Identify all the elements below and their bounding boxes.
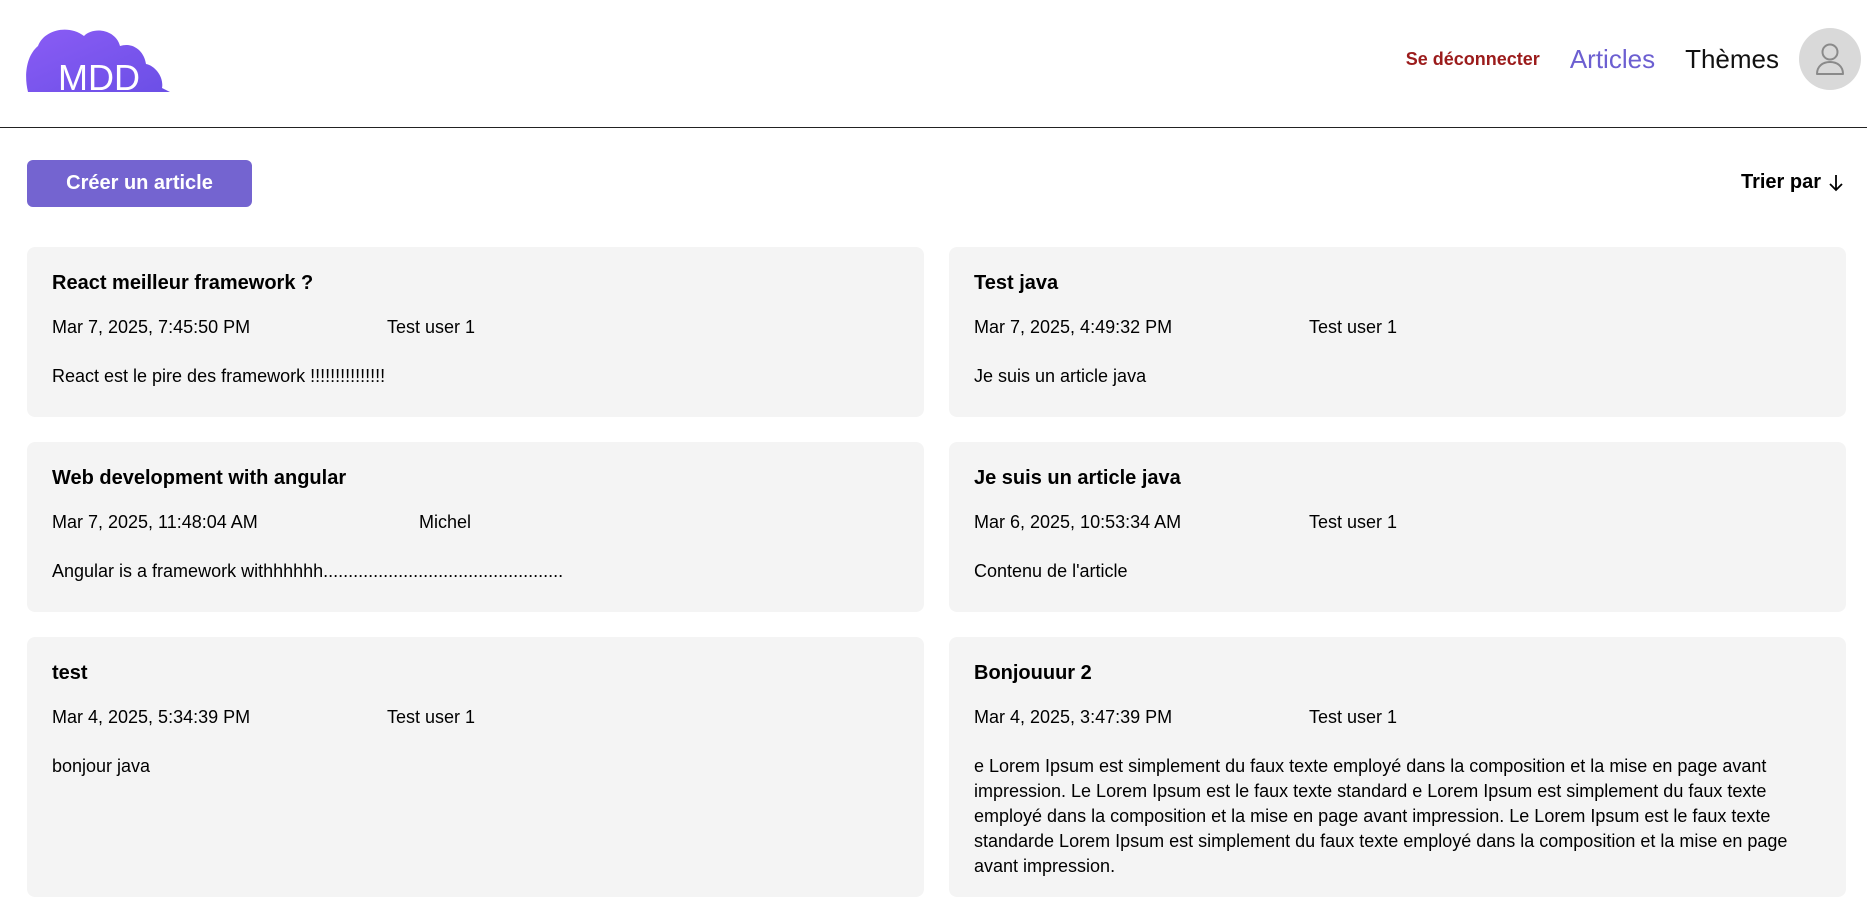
sort-button[interactable]: Trier par: [1741, 171, 1843, 194]
article-title: test: [52, 662, 88, 684]
profile-avatar-button[interactable]: [1799, 28, 1861, 90]
article-author: Michel: [419, 512, 472, 532]
user-icon: [1816, 43, 1844, 75]
mdd-logo[interactable]: MDD: [24, 26, 170, 94]
article-author: Test user 1: [387, 707, 476, 727]
article-title: Test java: [974, 272, 1059, 294]
article-title: Web development with angular: [52, 467, 347, 489]
article-author: Test user 1: [1309, 512, 1398, 532]
articles-toolbar: Créer un article Trier par: [0, 160, 1867, 208]
nav-themes-link[interactable]: Thèmes: [1685, 44, 1779, 75]
article-date: Mar 6, 2025, 10:53:34 AM: [974, 512, 1182, 532]
main-nav: Se déconnecter Articles Thèmes: [1406, 28, 1861, 90]
article-date: Mar 7, 2025, 7:45:50 PM: [52, 317, 251, 337]
article-title: Bonjouuur 2: [974, 662, 1092, 684]
arrow-down-icon: [1829, 174, 1843, 192]
article-author: Test user 1: [1309, 317, 1398, 337]
logout-link[interactable]: Se déconnecter: [1406, 49, 1540, 70]
logo-text: MDD: [58, 57, 140, 94]
article-content: bonjour java: [52, 756, 151, 776]
sort-label: Trier par: [1740, 171, 1821, 193]
article-title: Je suis un article java: [974, 467, 1181, 489]
article-meta: Mar 6, 2025, 10:53:34 AM Test user 1: [974, 510, 1821, 534]
article-meta: Mar 7, 2025, 11:48:04 AM Michel: [52, 510, 899, 534]
article-date: Mar 7, 2025, 4:49:32 PM: [974, 317, 1173, 337]
article-card[interactable]: Test java Mar 7, 2025, 4:49:32 PM Test u…: [949, 247, 1846, 417]
article-card[interactable]: Je suis un article java Mar 6, 2025, 10:…: [949, 442, 1846, 612]
article-content: Je suis un article java: [974, 366, 1147, 386]
top-header: MDD Se déconnecter Articles Thèmes: [0, 0, 1867, 128]
article-content: Angular is a framework withhhhhh........…: [52, 561, 564, 581]
article-content: Contenu de l'article: [974, 561, 1128, 581]
article-meta: Mar 7, 2025, 7:45:50 PM Test user 1: [52, 315, 899, 339]
article-card[interactable]: test Mar 4, 2025, 5:34:39 PM Test user 1…: [27, 637, 924, 897]
article-meta: Mar 4, 2025, 3:47:39 PM Test user 1: [974, 705, 1821, 729]
article-author: Test user 1: [1309, 707, 1398, 727]
nav-articles-link[interactable]: Articles: [1570, 44, 1655, 75]
article-card[interactable]: React meilleur framework ? Mar 7, 2025, …: [27, 247, 924, 417]
articles-grid: React meilleur framework ? Mar 7, 2025, …: [27, 247, 1847, 897]
article-content: e Lorem Ipsum est simplement du faux tex…: [974, 756, 1788, 876]
article-meta: Mar 7, 2025, 4:49:32 PM Test user 1: [974, 315, 1821, 339]
mdd-logo-icon: MDD: [26, 29, 170, 94]
article-card[interactable]: Bonjouuur 2 Mar 4, 2025, 3:47:39 PM Test…: [949, 637, 1846, 897]
article-meta: Mar 4, 2025, 5:34:39 PM Test user 1: [52, 705, 899, 729]
article-title: React meilleur framework ?: [52, 272, 314, 294]
create-article-button[interactable]: Créer un article: [27, 160, 252, 207]
article-author: Test user 1: [387, 317, 476, 337]
article-date: Mar 7, 2025, 11:48:04 AM: [52, 512, 258, 532]
article-content: React est le pire des framework !!!!!!!!…: [52, 366, 386, 386]
article-card[interactable]: Web development with angular Mar 7, 2025…: [27, 442, 924, 612]
article-date: Mar 4, 2025, 5:34:39 PM: [52, 707, 251, 727]
article-date: Mar 4, 2025, 3:47:39 PM: [974, 707, 1173, 727]
